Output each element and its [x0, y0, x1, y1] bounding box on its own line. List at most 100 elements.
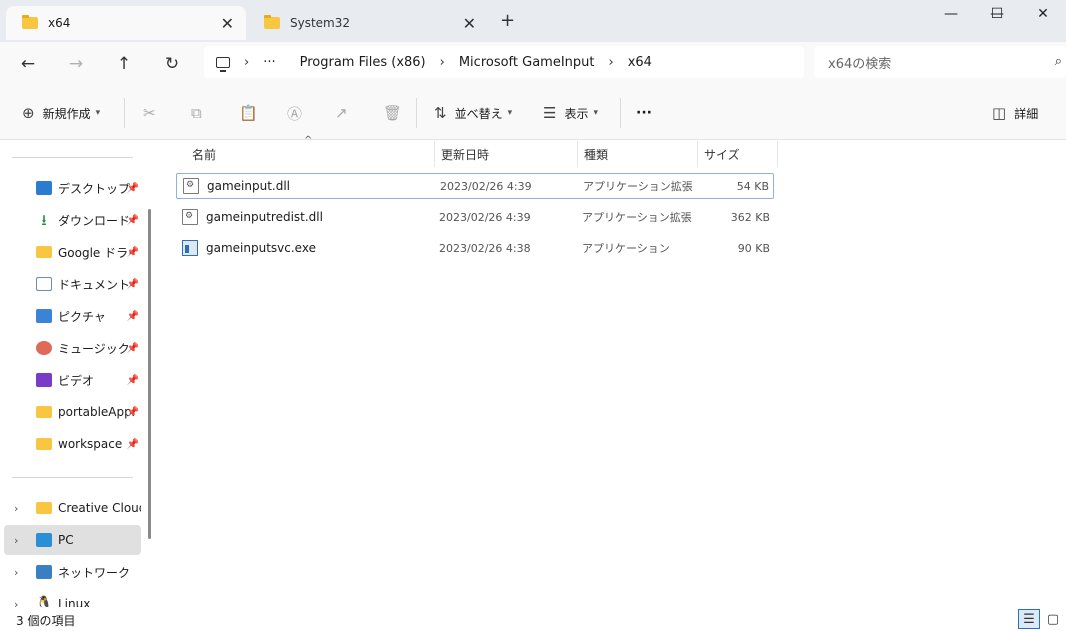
- file-date: 2023/02/26 4:39: [439, 210, 531, 224]
- video-icon: [36, 373, 52, 387]
- new-tab-button[interactable]: +: [500, 10, 515, 31]
- back-button[interactable]: ←: [14, 50, 42, 78]
- forward-button[interactable]: →: [62, 50, 90, 78]
- file-size: 362 KB: [730, 210, 770, 224]
- toolbar-divider: [620, 98, 621, 128]
- column-header-size[interactable]: サイズ: [698, 141, 778, 167]
- chevron-right-icon[interactable]: ›: [14, 598, 18, 608]
- view-list-icon: ☰: [543, 104, 557, 122]
- details-pane-button[interactable]: ◫ 詳細: [992, 102, 1038, 124]
- breadcrumb-separator[interactable]: ›: [609, 55, 614, 70]
- close-tab-icon[interactable]: ✕: [463, 14, 476, 33]
- pc-icon: [36, 533, 52, 547]
- pin-icon: 📌: [126, 438, 139, 450]
- sort-label: 並べ替え: [454, 106, 503, 121]
- sidebar-scrollbar[interactable]: [148, 209, 151, 539]
- minimize-button[interactable]: —: [928, 0, 974, 28]
- breadcrumb-separator[interactable]: ›: [440, 55, 445, 70]
- sidebar-item-workspace[interactable]: workspace 📌: [4, 429, 141, 459]
- column-label: 名前: [192, 147, 217, 162]
- pin-icon: 📌: [126, 374, 139, 386]
- column-label: 種類: [584, 147, 609, 162]
- sidebar-item-creative-cloud[interactable]: › Creative Cloud Files: [4, 493, 141, 523]
- status-bar: 3 個の項目 ☰ ▢: [0, 607, 1066, 631]
- delete-button[interactable]: 🗑: [383, 102, 402, 124]
- sidebar-item-label: portableApps: [58, 405, 134, 419]
- chevron-right-icon[interactable]: ›: [14, 534, 18, 547]
- copy-icon: ⧉: [191, 104, 202, 122]
- column-header-name[interactable]: 名前: [186, 141, 435, 167]
- sort-button[interactable]: ⇅ 並べ替え ▾: [434, 102, 512, 124]
- sidebar-item-label: ドキュメント: [58, 277, 131, 292]
- breadcrumb-program-files[interactable]: Program Files (x86): [300, 55, 426, 70]
- sidebar-item-label: Linux: [58, 597, 91, 607]
- sidebar-item-videos[interactable]: ビデオ 📌: [4, 365, 141, 395]
- sidebar-item-label: ピクチャ: [58, 309, 106, 324]
- sidebar-item-label: ミュージック: [58, 341, 130, 356]
- sidebar-item-pictures[interactable]: ピクチャ 📌: [4, 301, 141, 331]
- file-row[interactable]: gameinputsvc.exe 2023/02/26 4:38 アプリケーショ…: [176, 235, 774, 261]
- breadcrumb-microsoft-gameinput[interactable]: Microsoft GameInput: [459, 55, 595, 70]
- creative-cloud-icon: [36, 502, 52, 514]
- tab-x64[interactable]: x64 ✕: [6, 6, 246, 40]
- refresh-button[interactable]: ↻: [158, 50, 186, 78]
- document-icon: [36, 277, 52, 291]
- folder-icon: [36, 406, 52, 418]
- sidebar-item-linux[interactable]: › 🐧 Linux: [4, 589, 141, 608]
- sidebar-item-documents[interactable]: ドキュメント 📌: [4, 269, 141, 299]
- pin-icon: 📌: [126, 310, 139, 322]
- chevron-down-icon: ▾: [507, 108, 513, 118]
- sidebar-item-label: Google ドライブ: [58, 245, 134, 260]
- paste-icon: 📋: [239, 104, 258, 122]
- sidebar-item-label: workspace: [58, 437, 123, 451]
- chevron-down-icon: ▾: [95, 108, 101, 118]
- file-row[interactable]: gameinput.dll 2023/02/26 4:39 アプリケーション拡張…: [176, 173, 774, 199]
- file-size: 54 KB: [736, 179, 769, 193]
- sidebar-item-music[interactable]: ミュージック 📌: [4, 333, 141, 363]
- breadcrumb-x64[interactable]: x64: [628, 55, 652, 70]
- sidebar-item-label: PC: [58, 533, 74, 547]
- sidebar-item-desktop[interactable]: デスクトップ 📌: [4, 173, 141, 203]
- pin-icon: 📌: [126, 182, 139, 194]
- search-placeholder: x64の検索: [828, 56, 892, 72]
- file-date: 2023/02/26 4:38: [439, 241, 531, 255]
- chevron-right-icon[interactable]: ›: [14, 502, 18, 515]
- cut-button[interactable]: ✂: [143, 102, 156, 124]
- file-type: アプリケーション拡張: [582, 211, 692, 224]
- sidebar-item-label: Creative Cloud Files: [58, 501, 141, 515]
- search-input[interactable]: x64の検索 ⌕: [814, 46, 1066, 78]
- large-icons-view-button[interactable]: ▢: [1042, 609, 1064, 629]
- sidebar-item-portableapps[interactable]: portableApps 📌: [4, 397, 141, 427]
- new-button[interactable]: ⊕ 新規作成 ▾: [22, 102, 100, 124]
- column-header-date[interactable]: 更新日時: [435, 141, 578, 167]
- column-header-type[interactable]: 種類: [578, 141, 698, 167]
- sidebar-item-downloads[interactable]: ⭳ ダウンロード 📌: [4, 205, 141, 235]
- sidebar-item-label: デスクトップ: [58, 181, 131, 196]
- command-bar: ⊕ 新規作成 ▾ ✂ ⧉ 📋 Ⓐ ↗ 🗑 ⇅ 並べ替え ▾ ☰ 表示 ▾ ···…: [0, 86, 1066, 140]
- address-bar[interactable]: › ··· Program Files (x86) › Microsoft Ga…: [204, 46, 804, 78]
- paste-button[interactable]: 📋: [239, 102, 258, 124]
- share-button[interactable]: ↗: [335, 102, 348, 124]
- tab-system32[interactable]: System32 ✕: [248, 6, 488, 40]
- close-tab-icon[interactable]: ✕: [221, 14, 234, 33]
- breadcrumb-separator[interactable]: ›: [244, 55, 249, 70]
- breadcrumb-more[interactable]: ···: [263, 55, 275, 70]
- chevron-down-icon: ▾: [593, 108, 598, 118]
- sidebar-item-google-drive[interactable]: Google ドライブ 📌: [4, 237, 141, 267]
- file-date: 2023/02/26 4:39: [440, 179, 532, 193]
- up-button[interactable]: ↑: [110, 50, 138, 78]
- more-options-button[interactable]: ···: [636, 102, 652, 124]
- network-icon: [36, 565, 52, 579]
- rename-button[interactable]: Ⓐ: [287, 102, 302, 124]
- view-button[interactable]: ☰ 表示 ▾: [543, 102, 598, 124]
- folder-icon: [36, 246, 52, 258]
- maximize-button[interactable]: ☐: [974, 0, 1020, 28]
- sidebar-item-pc[interactable]: › PC: [4, 525, 141, 555]
- chevron-right-icon[interactable]: ›: [14, 566, 18, 579]
- details-view-button[interactable]: ☰: [1018, 609, 1040, 629]
- close-window-button[interactable]: ✕: [1020, 0, 1066, 28]
- linux-icon: 🐧: [36, 596, 53, 608]
- copy-button[interactable]: ⧉: [191, 102, 202, 124]
- file-row[interactable]: gameinputredist.dll 2023/02/26 4:39 アプリケ…: [176, 204, 774, 230]
- sidebar-item-network[interactable]: › ネットワーク: [4, 557, 141, 587]
